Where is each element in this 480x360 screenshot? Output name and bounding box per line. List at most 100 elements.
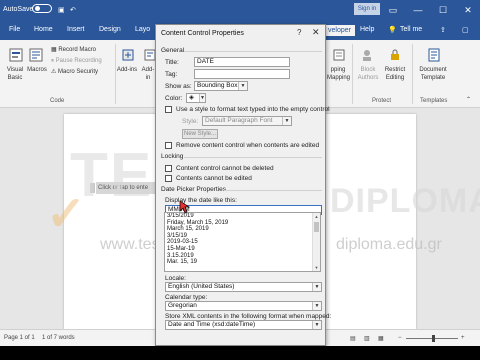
macro-security-button[interactable]: ⚠ Macro Security [51,68,98,76]
show-as-dropdown[interactable]: Bounding Box ▼ [194,81,248,91]
store-format-label: Store XML contents in the following form… [165,313,332,320]
show-as-label: Show as: [165,83,192,90]
divider [224,190,322,191]
date-formats-list[interactable]: 3/15/2019 Friday, March 15, 2019 March 1… [164,212,321,272]
visual-basic-button[interactable]: Visual Basic [4,66,26,82]
block-authors-icon [363,50,371,61]
locale-label: Locale: [165,275,186,282]
divider [115,44,116,104]
use-style-label: Use a style to format text typed into th… [176,106,330,113]
locale-value: English (United States) [168,283,235,290]
undo-icon[interactable]: ↶ [70,6,76,14]
cannot-delete-checkbox[interactable] [165,165,172,172]
list-item[interactable]: March 15, 2019 [165,226,320,233]
xml-mapping-icon [333,49,345,61]
visual-basic-icon [9,48,23,62]
general-section-label: General [161,47,185,54]
video-letterbox [0,346,480,360]
tab-design[interactable]: Design [99,26,121,33]
cannot-edit-label: Contents cannot be edited [176,175,252,182]
mouse-pointer-icon [179,200,191,214]
chevron-down-icon: ▼ [312,321,321,329]
word-count[interactable]: 1 of 7 words [42,335,75,341]
signin-button[interactable]: Sign in [354,3,380,15]
scroll-thumb[interactable] [314,222,319,232]
share-icon[interactable]: ⇪ [440,26,446,34]
chevron-down-icon: ▼ [199,94,205,102]
list-item[interactable]: Friday, March 15, 2019 [165,220,320,227]
list-scrollbar[interactable]: ▲ ▼ [312,213,320,271]
macros-button[interactable]: Macros [25,66,49,74]
focus-icon[interactable]: ▤ [350,335,356,342]
new-style-button[interactable]: New Style... [182,129,218,139]
minimize-button[interactable]: — [410,2,426,18]
zoom-in-icon[interactable]: + [461,335,465,341]
page-count[interactable]: Page 1 of 1 [4,335,35,341]
tag-input[interactable] [194,69,290,79]
list-item[interactable]: 3/15/19 [165,233,320,240]
watermark-check-icon: ✓ [46,188,87,241]
group-code-label: Code [50,98,65,104]
autosave-toggle[interactable] [32,4,52,13]
chevron-down-icon: ▼ [238,82,247,90]
list-item[interactable]: Mar. 15, 19 [165,259,320,266]
print-layout-icon[interactable]: ▥ [364,335,370,342]
tab-insert[interactable]: Insert [67,26,85,33]
chevron-down-icon: ▼ [282,117,291,125]
scroll-up-icon[interactable]: ▲ [313,213,320,220]
chevron-down-icon: ▼ [312,283,321,291]
xml-mapping-pane-label: Mapping [327,75,351,81]
list-item[interactable]: 3.15.2019 [165,253,320,260]
xml-mapping-button[interactable]: pping [327,66,349,74]
title-label: Title: [165,59,179,66]
restrict-editing-button[interactable]: Restrict Editing [382,66,408,82]
maximize-button[interactable]: ☐ [435,2,451,18]
remove-when-edited-checkbox[interactable] [165,142,172,149]
add-ins-button[interactable]: Add-ins [116,66,138,74]
divider [412,44,413,104]
restrict-editing-icon [391,49,399,60]
record-macro-label: Record Macro [58,47,97,53]
cannot-edit-checkbox[interactable] [165,175,172,182]
web-layout-icon[interactable]: ▦ [378,335,384,342]
tab-layout[interactable]: Layo [135,26,150,33]
add-ins-icon [122,49,134,61]
locale-dropdown[interactable]: English (United States) ▼ [165,282,322,292]
group-protect-label: Protect [372,98,392,104]
zoom-thumb[interactable] [432,335,435,342]
close-button[interactable]: ✕ [460,2,476,18]
tell-me-search[interactable]: Tell me [400,26,422,33]
chevron-down-icon: ▼ [312,302,321,310]
save-icon[interactable]: ▣ [58,6,65,14]
group-templates-label: Templates [420,98,448,104]
style-label: Style: [182,118,199,125]
zoom-out-icon[interactable]: − [398,335,402,341]
collapse-ribbon-icon[interactable]: ⌃ [466,96,471,104]
help-button[interactable]: ? [297,28,301,37]
lightbulb-icon: 💡 [388,27,397,34]
tab-help[interactable]: Help [360,26,374,33]
use-style-checkbox[interactable] [165,106,172,113]
document-template-button[interactable]: Document Template [414,66,452,82]
record-macro-button[interactable]: ▦ Record Macro [51,46,96,54]
color-picker[interactable]: ◈ ▼ [186,93,206,103]
watermark-url-right: diploma.edu.gr [336,236,442,253]
store-format-dropdown[interactable]: Date and Time (xsd:dateTime) ▼ [165,320,322,330]
word-add-ins-button[interactable]: Add-in [140,66,156,82]
tab-developer[interactable]: veloper [324,25,355,36]
title-input[interactable]: DATE [194,57,290,67]
date-picker-section-label: Date Picker Properties [161,186,227,193]
calendar-type-dropdown[interactable]: Gregorian ▼ [165,301,322,311]
pause-recording-button[interactable]: ⏸ Pause Recording [51,57,102,65]
block-authors-button[interactable]: Block Authors [356,66,380,82]
tab-home[interactable]: Home [34,26,53,33]
ribbon-display-icon[interactable]: ▭ [385,2,401,18]
scroll-down-icon[interactable]: ▼ [313,264,320,271]
tab-file[interactable]: File [9,26,20,33]
style-dropdown[interactable]: Default Paragraph Font ▼ [202,116,292,126]
list-item[interactable]: 2019-03-15 [165,239,320,246]
content-control-properties-dialog: Content Control Properties ? ✕ General T… [155,24,331,346]
comments-icon[interactable]: ▢ [462,26,469,34]
list-item[interactable]: 15-Mar-19 [165,246,320,253]
dialog-close-button[interactable]: ✕ [312,27,320,38]
